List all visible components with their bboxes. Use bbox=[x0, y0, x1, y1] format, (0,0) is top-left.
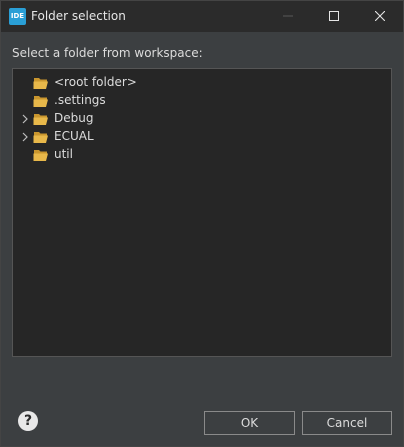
folder-tree[interactable]: <root folder> .settings Debug ECUAL util bbox=[12, 68, 392, 357]
minimize-button[interactable] bbox=[265, 1, 311, 32]
title-bar[interactable]: IDE Folder selection bbox=[1, 1, 403, 32]
window-title: Folder selection bbox=[31, 9, 126, 23]
folder-selection-dialog: IDE Folder selection Select a folder fro… bbox=[0, 0, 404, 447]
cancel-button[interactable]: Cancel bbox=[302, 411, 392, 435]
help-button[interactable]: ? bbox=[18, 411, 38, 431]
folder-open-icon bbox=[33, 132, 48, 143]
tree-item-label: util bbox=[54, 147, 73, 161]
tree-item-label: <root folder> bbox=[54, 75, 137, 89]
folder-open-icon bbox=[33, 150, 48, 161]
folder-open-icon bbox=[33, 78, 48, 89]
tree-item-root-folder[interactable]: <root folder> bbox=[13, 74, 391, 92]
tree-item-settings[interactable]: .settings bbox=[13, 92, 391, 110]
prompt-label: Select a folder from workspace: bbox=[12, 46, 203, 60]
dialog-content: Select a folder from workspace: <root fo… bbox=[1, 32, 403, 446]
close-icon bbox=[375, 11, 385, 21]
ide-app-icon: IDE bbox=[9, 8, 26, 25]
chevron-right-icon[interactable] bbox=[20, 114, 30, 124]
folder-open-icon bbox=[33, 114, 48, 125]
tree-item-debug[interactable]: Debug bbox=[13, 110, 391, 128]
chevron-right-icon[interactable] bbox=[20, 132, 30, 142]
tree-item-label: ECUAL bbox=[54, 129, 94, 143]
tree-item-label: .settings bbox=[54, 93, 106, 107]
tree-item-ecual[interactable]: ECUAL bbox=[13, 128, 391, 146]
maximize-button[interactable] bbox=[311, 1, 357, 32]
ok-button[interactable]: OK bbox=[204, 411, 295, 435]
close-button[interactable] bbox=[357, 1, 403, 32]
maximize-icon bbox=[329, 11, 339, 21]
tree-item-util[interactable]: util bbox=[13, 146, 391, 164]
tree-item-label: Debug bbox=[54, 111, 94, 125]
minimize-icon bbox=[283, 15, 293, 17]
folder-open-icon bbox=[33, 96, 48, 107]
